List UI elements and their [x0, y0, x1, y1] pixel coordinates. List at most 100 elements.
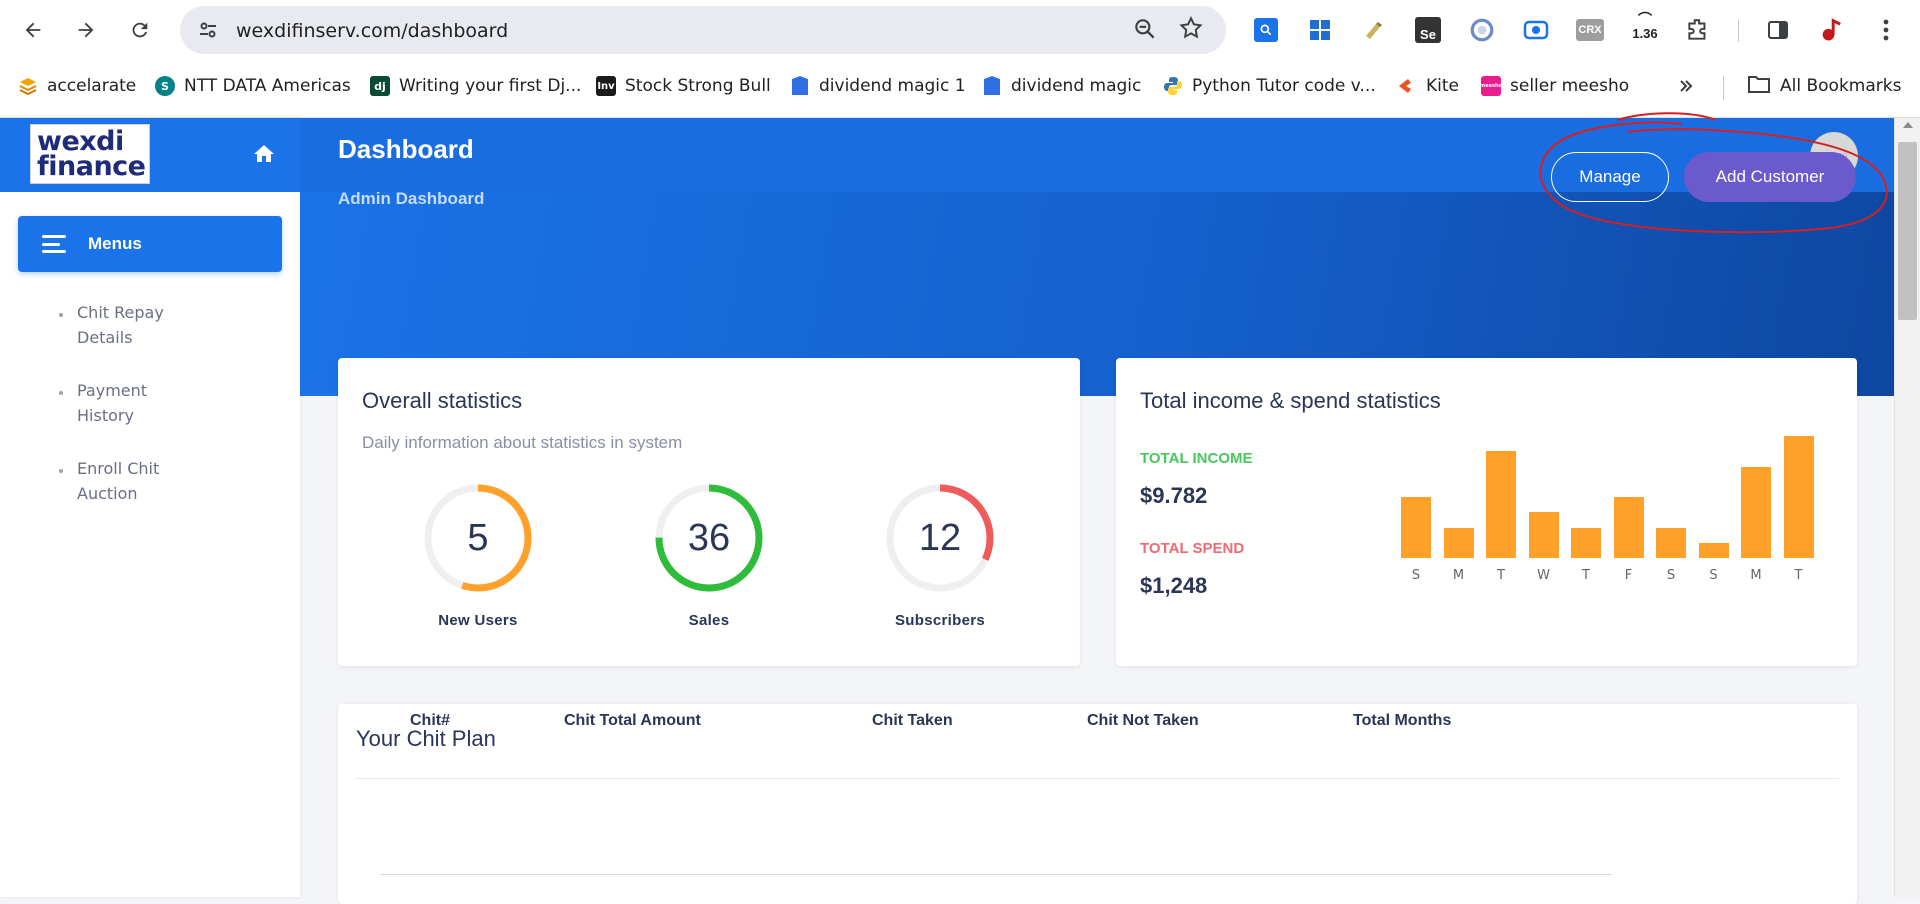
column-header-chit-not-taken[interactable]: Chit Not Taken — [1087, 712, 1199, 730]
all-bookmarks-button[interactable]: All Bookmarks — [1747, 72, 1901, 100]
highlighter-extension-icon[interactable] — [1358, 14, 1390, 46]
more-menu-icon[interactable] — [1870, 14, 1902, 46]
column-header-chit-taken[interactable]: Chit Taken — [872, 712, 953, 730]
sidebar-item-label: Enroll Chit Auction — [77, 459, 160, 503]
menus-label: Menus — [88, 234, 142, 253]
profile-icon[interactable] — [1816, 14, 1848, 46]
browser-chrome: wexdifinserv.com/dashboard Se CRX ⌒ 1.36… — [0, 0, 1920, 118]
total-spend-value: $1,248 — [1140, 573, 1208, 598]
chart-x-tick-label: T — [1794, 568, 1803, 583]
card-description: Daily information about statistics in sy… — [362, 433, 683, 452]
zoom-extension-icon[interactable]: ⌒ 1.36 — [1628, 12, 1662, 41]
income-spend-card: Total income & spend statistics TOTAL IN… — [1116, 358, 1857, 666]
site-info-icon[interactable] — [196, 18, 220, 42]
bookmark-label: Stock Strong Bull — [625, 76, 771, 96]
chart-bar — [1698, 542, 1729, 558]
sales-label: Sales — [688, 612, 730, 629]
subscribers-value: 12 — [918, 516, 962, 559]
bookmark-divider — [1723, 76, 1724, 100]
bookmark-kite[interactable]: Kite — [1397, 72, 1459, 100]
bookmark-label: seller meesho — [1510, 76, 1630, 96]
divider — [356, 778, 1839, 779]
chart-bar — [1656, 527, 1686, 558]
bookmarks-bar: accelarate S NTT DATA Americas dj Writin… — [0, 68, 1920, 104]
django-icon: dj — [370, 76, 390, 96]
record-extension-icon[interactable] — [1520, 14, 1552, 46]
all-bookmarks-label: All Bookmarks — [1780, 76, 1902, 96]
column-header-total-months[interactable]: Total Months — [1353, 712, 1451, 730]
logo[interactable]: wexdi finance — [30, 124, 150, 184]
side-panel-icon[interactable] — [1762, 14, 1794, 46]
menus-button[interactable]: Menus — [18, 216, 282, 272]
page-scrollbar[interactable] — [1894, 118, 1920, 897]
crx-extension-icon[interactable]: CRX — [1574, 14, 1606, 46]
chart-bar — [1443, 527, 1474, 558]
total-income-label: TOTAL INCOME — [1140, 450, 1253, 467]
back-icon[interactable] — [15, 12, 51, 48]
total-income-value: $9.782 — [1140, 483, 1208, 508]
subscribers-label: Subscribers — [894, 612, 985, 629]
bookmark-dividend-magic[interactable]: dividend magic — [982, 72, 1141, 100]
bookmark-dividend-magic-1[interactable]: dividend magic 1 — [790, 72, 966, 100]
overall-statistics-card: Overall statistics Daily information abo… — [338, 358, 1080, 666]
chart-bar — [1783, 436, 1814, 558]
bookmark-seller-meesho[interactable]: meesho seller meesho — [1480, 72, 1630, 100]
doc-icon — [982, 76, 1002, 96]
chart-bar — [1486, 451, 1516, 558]
layers-icon — [18, 76, 38, 96]
bookmark-star-icon[interactable] — [1178, 15, 1206, 43]
reload-icon[interactable] — [122, 12, 158, 48]
bookmark-ntt-data[interactable]: S NTT DATA Americas — [155, 72, 351, 100]
chit-plan-card: Your Chit Plan — [338, 704, 1857, 904]
bookmark-accelarate[interactable]: accelarate — [18, 72, 136, 100]
puzzle-extension-icon[interactable] — [1682, 14, 1714, 46]
sidebar: wexdi finance Menus Chit Repay Details P… — [0, 118, 300, 897]
bookmark-stock-strong-bull[interactable]: Inv Stock Strong Bull — [596, 72, 771, 100]
windows-extension-icon[interactable] — [1304, 14, 1336, 46]
zoom-level: 1.36 — [1632, 26, 1658, 41]
url-text[interactable]: wexdifinserv.com/dashboard — [236, 20, 508, 42]
chart-bar — [1613, 497, 1644, 558]
chart-bar — [1571, 527, 1601, 558]
bookmark-label: Writing your first Dj... — [399, 76, 582, 96]
sidebar-item-chit-repay-details[interactable]: Chit Repay Details — [59, 300, 180, 350]
total-spend-label: TOTAL SPEND — [1140, 540, 1245, 557]
card-title: Total income & spend statistics — [1140, 388, 1441, 413]
bookmark-django[interactable]: dj Writing your first Dj... — [370, 72, 581, 100]
inv-icon: Inv — [596, 76, 616, 96]
more-bookmarks-icon[interactable] — [1678, 72, 1694, 100]
sharepoint-icon: S — [155, 76, 175, 96]
folder-icon — [1747, 74, 1771, 99]
selenium-extension-icon[interactable]: Se — [1412, 14, 1444, 46]
sidebar-item-label: Payment History — [77, 381, 148, 425]
page-title: Dashboard — [338, 134, 474, 164]
chart-x-tick-label: T — [1497, 568, 1505, 583]
add-customer-button[interactable]: Add Customer — [1684, 152, 1856, 202]
bookmark-label: Python Tutor code v... — [1192, 76, 1376, 96]
scrollbar-thumb[interactable] — [1898, 142, 1917, 320]
new-users-value: 5 — [467, 516, 489, 559]
bookmark-label: dividend magic — [1011, 76, 1142, 96]
chart-x-tick-label: T — [1582, 568, 1590, 583]
python-icon — [1163, 76, 1183, 96]
meesho-icon: meesho — [1480, 76, 1502, 96]
address-bar[interactable]: wexdifinserv.com/dashboard — [180, 6, 1226, 54]
bookmark-python-tutor[interactable]: Python Tutor code v... — [1163, 72, 1376, 100]
sidebar-item-enroll-chit-auction[interactable]: Enroll Chit Auction — [59, 456, 180, 506]
sales-value: 36 — [687, 516, 731, 559]
sidebar-item-payment-history[interactable]: Payment History — [59, 378, 180, 428]
loop-extension-icon[interactable] — [1466, 14, 1498, 46]
bookmark-label: dividend magic 1 — [819, 76, 966, 96]
home-icon[interactable] — [252, 142, 278, 168]
chart-x-tick-label: M — [1452, 568, 1465, 583]
sidebar-item-label: Chit Repay Details — [77, 303, 164, 347]
scroll-up-icon[interactable] — [1903, 122, 1913, 128]
forward-icon[interactable] — [68, 12, 104, 48]
column-header-chit-total-amount[interactable]: Chit Total Amount — [564, 712, 701, 730]
page-subtitle: Admin Dashboard — [338, 189, 485, 208]
zoom-out-icon[interactable] — [1132, 16, 1160, 44]
chart-x-tick-label: W — [1537, 568, 1550, 583]
search-extension-icon[interactable] — [1250, 14, 1282, 46]
manage-button[interactable]: Manage — [1551, 152, 1669, 202]
column-header-chit-number[interactable]: Chit# — [410, 712, 450, 730]
